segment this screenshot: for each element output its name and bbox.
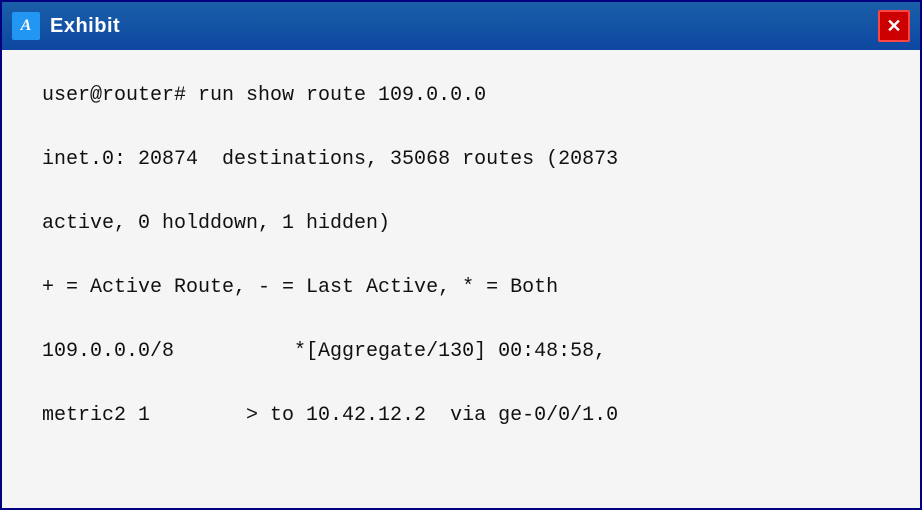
terminal-content: user@router# run show route 109.0.0.0 in… — [2, 50, 920, 508]
command-line: user@router# run show route 109.0.0.0 — [42, 80, 880, 112]
window-title: Exhibit — [50, 15, 120, 38]
spacer3 — [42, 248, 880, 272]
title-bar: A Exhibit ✕ — [2, 2, 920, 50]
close-button[interactable]: ✕ — [878, 10, 910, 42]
title-bar-left: A Exhibit — [12, 12, 120, 40]
app-icon: A — [12, 12, 40, 40]
legend-line: + = Active Route, - = Last Active, * = B… — [42, 272, 880, 304]
spacer2 — [42, 184, 880, 208]
inet-line1: inet.0: 20874 destinations, 35068 routes… — [42, 144, 880, 176]
route-line2: metric2 1 > to 10.42.12.2 via ge-0/0/1.0 — [42, 400, 880, 432]
spacer4 — [42, 312, 880, 336]
inet-line2: active, 0 holddown, 1 hidden) — [42, 208, 880, 240]
route-line1: 109.0.0.0/8 *[Aggregate/130] 00:48:58, — [42, 336, 880, 368]
spacer5 — [42, 376, 880, 400]
exhibit-window: A Exhibit ✕ user@router# run show route … — [0, 0, 922, 510]
spacer1 — [42, 120, 880, 144]
